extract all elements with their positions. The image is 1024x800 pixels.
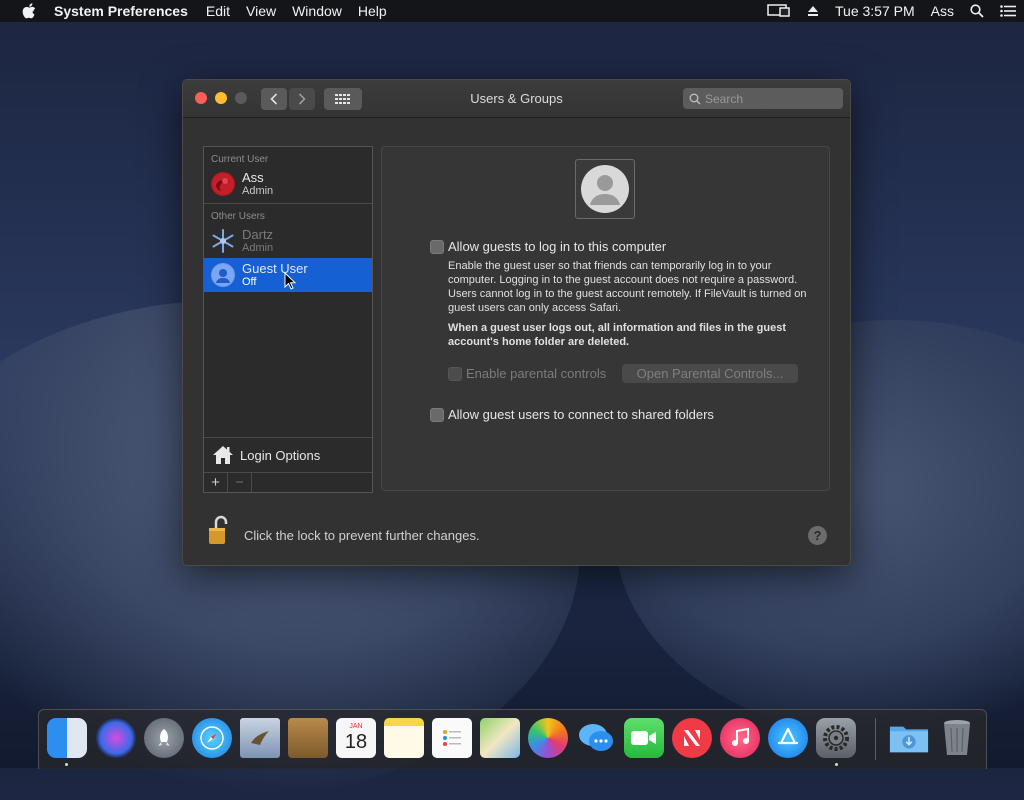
airplay-icon[interactable] bbox=[767, 4, 791, 18]
user-role: Off bbox=[242, 276, 257, 288]
parental-controls-label: Enable parental controls bbox=[466, 366, 607, 381]
clock[interactable]: Tue 3:57 PM bbox=[835, 3, 915, 19]
system-preferences-icon[interactable] bbox=[816, 718, 856, 758]
menu-window[interactable]: Window bbox=[284, 3, 350, 19]
contacts-icon[interactable] bbox=[288, 718, 328, 758]
lock-message: Click the lock to prevent further change… bbox=[244, 528, 480, 543]
allow-guests-label: Allow guests to log in to this computer bbox=[448, 239, 667, 254]
search-placeholder: Search bbox=[705, 91, 744, 106]
apple-menu-icon[interactable] bbox=[18, 0, 40, 22]
guest-avatar-icon bbox=[211, 263, 235, 287]
user-menu[interactable]: Ass bbox=[931, 3, 954, 19]
user-silhouette-icon bbox=[581, 165, 629, 213]
open-parental-controls-button[interactable]: Open Parental Controls... bbox=[622, 364, 798, 383]
login-options-label: Login Options bbox=[240, 447, 321, 463]
music-icon[interactable] bbox=[720, 718, 760, 758]
login-options[interactable]: Login Options bbox=[204, 437, 372, 472]
downloads-folder-icon[interactable] bbox=[889, 718, 929, 758]
user-role: Admin bbox=[242, 185, 274, 197]
search-icon bbox=[689, 93, 701, 105]
photos-icon[interactable] bbox=[528, 718, 568, 758]
snowflake-avatar-icon bbox=[211, 229, 235, 253]
calendar-icon[interactable]: JAN 18 bbox=[336, 718, 376, 758]
shared-folders-checkbox[interactable] bbox=[430, 408, 444, 422]
house-icon bbox=[212, 445, 234, 465]
current-user-header: Current User bbox=[211, 154, 269, 165]
spotlight-icon[interactable] bbox=[970, 4, 984, 18]
user-role: Admin bbox=[242, 242, 274, 254]
reminders-icon[interactable] bbox=[432, 718, 472, 758]
sidebar-user-ass[interactable]: Ass Admin bbox=[204, 167, 372, 201]
menu-edit[interactable]: Edit bbox=[198, 3, 238, 19]
eject-icon[interactable] bbox=[807, 5, 819, 17]
menu-help[interactable]: Help bbox=[350, 3, 395, 19]
allow-guests-checkbox[interactable] bbox=[430, 240, 444, 254]
app-store-icon[interactable] bbox=[768, 718, 808, 758]
app-menu[interactable]: System Preferences bbox=[52, 3, 198, 19]
safari-icon[interactable] bbox=[192, 718, 232, 758]
lock-icon[interactable] bbox=[207, 514, 233, 551]
title-bar: Users & Groups Search bbox=[183, 80, 850, 118]
shared-folders-label: Allow guest users to connect to shared f… bbox=[448, 407, 714, 422]
guest-user-picture[interactable] bbox=[575, 159, 635, 219]
user-name: Ass bbox=[242, 170, 264, 185]
messages-icon[interactable] bbox=[576, 718, 616, 758]
facetime-icon[interactable] bbox=[624, 718, 664, 758]
finder-icon[interactable] bbox=[47, 718, 87, 758]
user-avatar-icon bbox=[211, 172, 235, 196]
news-icon[interactable] bbox=[672, 718, 712, 758]
notification-center-icon[interactable] bbox=[1000, 5, 1016, 17]
guest-settings-panel: Allow guests to log in to this computer … bbox=[381, 146, 830, 491]
menu-bar: System Preferences Edit View Window Help… bbox=[0, 0, 1024, 22]
other-users-header: Other Users bbox=[211, 211, 265, 222]
launchpad-icon[interactable] bbox=[144, 718, 184, 758]
sidebar-user-dartz[interactable]: Dartz Admin bbox=[204, 224, 372, 258]
mail-stamp-icon[interactable] bbox=[240, 718, 280, 758]
dock: JAN 18 bbox=[38, 709, 987, 769]
search-field[interactable]: Search bbox=[683, 88, 843, 109]
mouse-cursor-icon bbox=[284, 272, 296, 290]
parental-controls-checkbox[interactable] bbox=[448, 367, 462, 381]
menu-view[interactable]: View bbox=[238, 3, 284, 19]
remove-user-button[interactable]: − bbox=[228, 473, 252, 492]
trash-icon[interactable] bbox=[937, 718, 977, 758]
users-groups-window: Users & Groups Search Current User Ass A… bbox=[182, 79, 851, 566]
calendar-month: JAN bbox=[349, 723, 363, 730]
sidebar-user-guest[interactable]: Guest User Off bbox=[204, 258, 372, 292]
guest-description: Enable the guest user so that friends ca… bbox=[448, 260, 807, 314]
users-sidebar: Current User Ass Admin Other Users Dartz… bbox=[203, 146, 373, 493]
notes-icon[interactable] bbox=[384, 718, 424, 758]
user-name: Dartz bbox=[242, 227, 274, 242]
add-remove-bar: + − bbox=[204, 472, 372, 492]
help-button[interactable]: ? bbox=[808, 526, 827, 545]
calendar-day: 18 bbox=[344, 731, 368, 753]
user-name: Guest User bbox=[242, 261, 308, 276]
siri-icon[interactable] bbox=[96, 718, 136, 758]
add-user-button[interactable]: + bbox=[204, 473, 228, 492]
guest-warning: When a guest user logs out, all informat… bbox=[448, 322, 786, 348]
maps-icon[interactable] bbox=[480, 718, 520, 758]
